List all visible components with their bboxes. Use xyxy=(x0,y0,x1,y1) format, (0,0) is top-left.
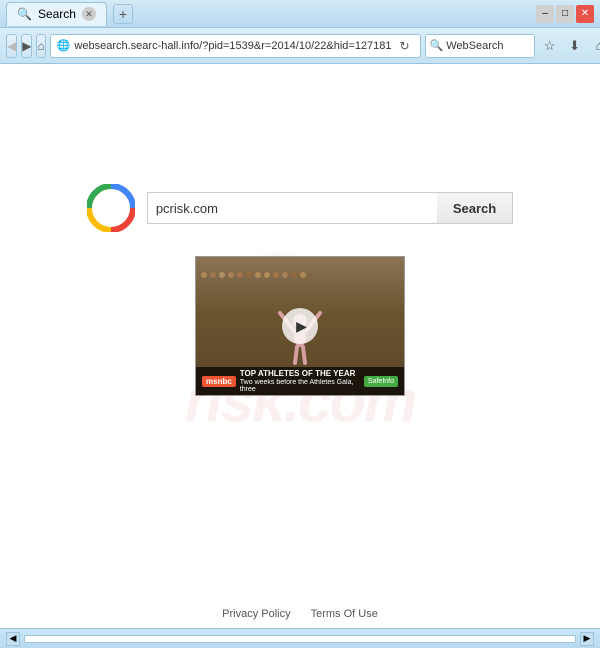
video-description: Two weeks before the Athletes Gala, thre… xyxy=(240,379,360,393)
scroll-left-button[interactable]: ◀ xyxy=(6,632,20,646)
window-controls: – □ ✕ xyxy=(536,5,594,23)
video-title: TOP ATHLETES OF THE YEAR xyxy=(240,369,360,378)
search-button[interactable]: Search xyxy=(437,192,513,224)
scrollbar-track[interactable] xyxy=(24,635,576,643)
browser-tab[interactable]: 🔍 Search ✕ xyxy=(6,2,107,26)
video-section: ▶ msnbc TOP ATHLETES OF THE YEAR Two wee… xyxy=(195,256,405,396)
address-icon: 🌐 xyxy=(57,39,71,52)
close-button[interactable]: ✕ xyxy=(576,5,594,23)
new-tab-button[interactable]: + xyxy=(113,4,133,24)
status-bar: ◀ ▶ xyxy=(0,628,600,648)
privacy-policy-link[interactable]: Privacy Policy xyxy=(222,608,290,620)
video-safeinfo-badge: SafeInfo xyxy=(364,376,398,387)
terms-of-use-link[interactable]: Terms Of Use xyxy=(311,608,378,620)
address-bar[interactable]: 🌐 websearch.searc-hall.info/?pid=1539&r=… xyxy=(50,34,421,58)
download-icon[interactable]: ⬇ xyxy=(564,35,586,57)
refresh-button[interactable]: ↻ xyxy=(396,37,414,55)
minimize-button[interactable]: – xyxy=(536,5,554,23)
home-button[interactable]: ⌂ xyxy=(36,34,45,58)
bookmark-icon[interactable]: ☆ xyxy=(539,35,561,57)
address-text: websearch.searc-hall.info/?pid=1539&r=20… xyxy=(74,40,391,52)
tab-favicon: 🔍 xyxy=(17,7,32,21)
home-icon[interactable]: ⌂ xyxy=(589,35,600,57)
maximize-button[interactable]: □ xyxy=(556,5,574,23)
forward-button[interactable]: ▶ xyxy=(21,34,32,58)
search-input[interactable] xyxy=(147,192,437,224)
video-thumbnail[interactable]: ▶ msnbc TOP ATHLETES OF THE YEAR Two wee… xyxy=(195,256,405,396)
page-footer: Privacy Policy Terms Of Use xyxy=(222,608,378,620)
search-bar-icon: 🔍 xyxy=(430,39,444,52)
navigation-bar: ◀ ▶ ⌂ 🌐 websearch.searc-hall.info/?pid=1… xyxy=(0,28,600,64)
video-channel-logo: msnbc xyxy=(202,376,236,387)
title-bar-left: 🔍 Search ✕ + xyxy=(6,2,536,26)
search-box: Search xyxy=(147,192,513,224)
play-icon: ▶ xyxy=(296,318,307,335)
browser-window: 🔍 Search ✕ + – □ ✕ ◀ ▶ ⌂ 🌐 websearch.sea… xyxy=(0,0,600,648)
video-play-button[interactable]: ▶ xyxy=(282,308,318,344)
page-content: 🔍 risk.com Search xyxy=(0,64,600,628)
scroll-right-button[interactable]: ▶ xyxy=(580,632,594,646)
title-bar: 🔍 Search ✕ + – □ ✕ xyxy=(0,0,600,28)
site-logo xyxy=(87,184,135,232)
tab-close-button[interactable]: ✕ xyxy=(82,7,96,21)
search-section: Search xyxy=(87,184,513,232)
back-button[interactable]: ◀ xyxy=(6,34,17,58)
browser-search-bar[interactable]: 🔍 WebSearch xyxy=(425,34,535,58)
video-bar: msnbc TOP ATHLETES OF THE YEAR Two weeks… xyxy=(196,367,404,395)
nav-icon-group: ☆ ⬇ ⌂ ☰ xyxy=(539,35,600,57)
tab-title: Search xyxy=(38,7,76,21)
browser-search-input: WebSearch xyxy=(446,40,529,52)
